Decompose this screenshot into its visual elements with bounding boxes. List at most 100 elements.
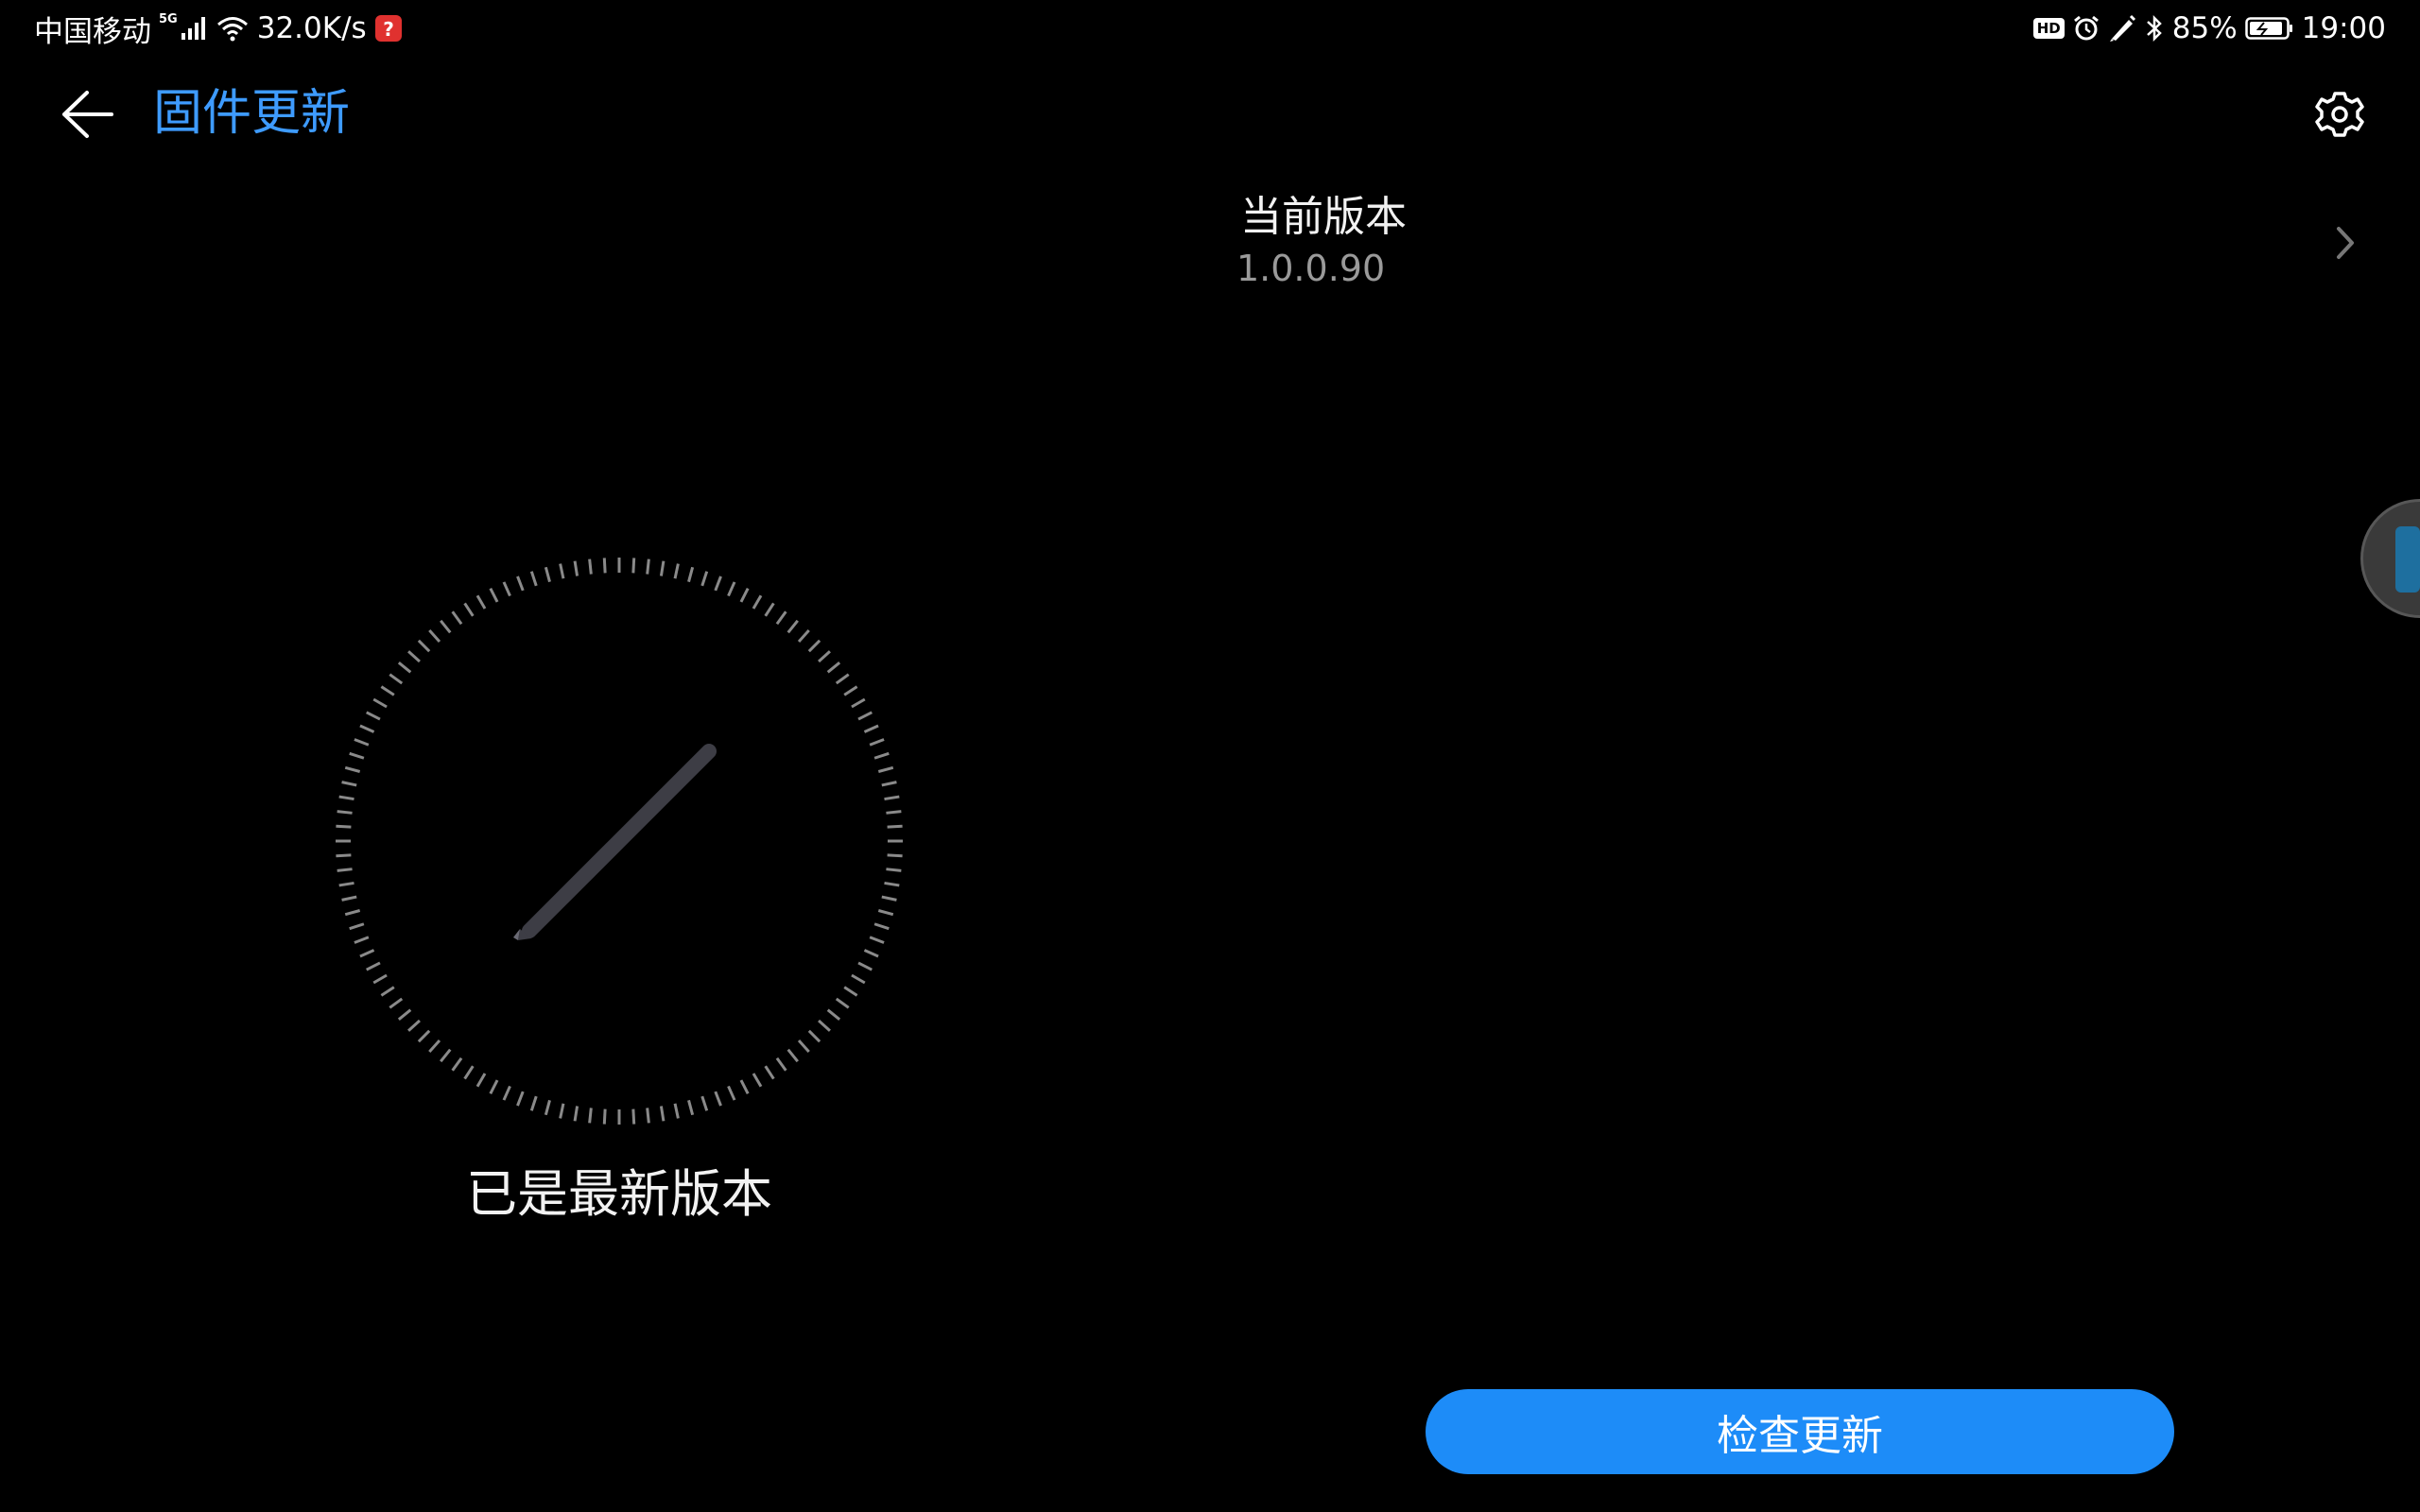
dial-tick xyxy=(349,922,365,931)
dial-tick xyxy=(341,781,357,787)
dial-tick xyxy=(529,1095,538,1111)
dial-tick xyxy=(764,602,775,617)
dial-tick xyxy=(372,697,388,709)
gear-icon xyxy=(2315,92,2364,137)
stylus-pen-icon xyxy=(513,744,717,940)
dial-tick xyxy=(489,1079,499,1094)
dial-tick xyxy=(337,810,353,815)
dial-tick xyxy=(338,881,354,887)
dial-tick xyxy=(529,571,538,587)
dial-tick xyxy=(886,868,902,872)
dial-tick xyxy=(739,588,750,603)
dial-tick xyxy=(646,558,650,575)
dial-tick xyxy=(835,997,850,1009)
floating-side-handle[interactable] xyxy=(2360,499,2420,618)
dial-tick xyxy=(337,868,353,872)
dial-tick xyxy=(786,1048,799,1063)
dial-tick xyxy=(727,581,736,597)
stylus-connected-icon xyxy=(2108,14,2136,43)
dial-tick xyxy=(463,602,475,617)
dial-tick xyxy=(818,1019,831,1032)
dial-tick xyxy=(884,881,900,887)
dial-tick xyxy=(354,936,370,944)
dial-tick xyxy=(886,810,902,815)
dial-tick xyxy=(752,1073,763,1088)
dial-tick xyxy=(372,973,388,985)
dial-tick xyxy=(516,1091,525,1107)
dial-tick xyxy=(869,936,885,944)
carrier-name: 中国移动 xyxy=(34,14,151,49)
dial-tick xyxy=(775,610,787,626)
dial-tick xyxy=(797,1040,810,1053)
dial-tick xyxy=(344,765,361,773)
dial-tick xyxy=(851,973,866,985)
dial-tick xyxy=(764,1065,775,1080)
firmware-update-screen: 中国移动 5G 32.0K/s ? HD 85% 19:00 固件更新 当前版本… xyxy=(0,0,2420,1512)
current-version-row[interactable]: 当前版本 1.0.0.90 xyxy=(1229,185,2363,299)
dial-tick xyxy=(588,1108,593,1124)
dial-tick xyxy=(588,558,593,575)
dial-tick xyxy=(700,571,709,587)
side-handle-icon xyxy=(2395,526,2420,593)
dial-tick xyxy=(440,1048,452,1063)
dial-tick xyxy=(344,909,361,917)
dial-tick xyxy=(417,1029,431,1043)
notification-app-icon: ? xyxy=(374,14,403,43)
dial-tick xyxy=(687,566,695,583)
chevron-right-icon xyxy=(2337,227,2354,259)
dial-tick xyxy=(687,1099,695,1116)
dial-tick xyxy=(887,824,903,829)
dial-tick xyxy=(826,1008,841,1021)
dial-tick xyxy=(873,751,890,760)
back-arrow-icon xyxy=(62,91,113,138)
back-button[interactable] xyxy=(53,83,121,146)
check-update-button[interactable]: 检查更新 xyxy=(1426,1389,2174,1474)
signal-icon xyxy=(180,16,208,41)
dial-tick xyxy=(463,1065,475,1080)
dial-tick xyxy=(397,1008,412,1021)
dial-tick xyxy=(877,909,894,917)
dial-tick xyxy=(843,685,858,696)
dial-tick xyxy=(752,594,763,610)
page-title: 固件更新 xyxy=(153,85,351,142)
dial-tick xyxy=(727,1085,736,1101)
dial-tick xyxy=(881,781,897,787)
dial-tick xyxy=(502,1085,511,1101)
network-speed: 32.0K/s xyxy=(256,11,367,45)
dial-tick xyxy=(573,560,579,576)
dial-tick xyxy=(857,711,873,721)
bluetooth-icon xyxy=(2144,14,2165,43)
dial-tick xyxy=(646,1108,650,1124)
dial-tick xyxy=(714,576,722,592)
dial-tick xyxy=(389,997,404,1009)
dial-tick xyxy=(873,922,890,931)
clock: 19:00 xyxy=(2301,11,2386,45)
battery-percent: 85% xyxy=(2171,11,2238,45)
dial-tick xyxy=(659,560,666,576)
dial-tick xyxy=(475,594,487,610)
dial-tick xyxy=(843,986,858,997)
update-status-dial xyxy=(336,558,903,1125)
dial-tick xyxy=(407,650,421,663)
dial-tick xyxy=(380,685,395,696)
dial-tick xyxy=(863,724,879,733)
settings-button[interactable] xyxy=(2307,83,2373,146)
dial-tick xyxy=(336,853,352,858)
dial-tick xyxy=(881,895,897,902)
dial-tick xyxy=(440,619,452,634)
dial-tick xyxy=(428,629,441,643)
svg-text:?: ? xyxy=(383,18,394,41)
battery-icon xyxy=(2244,16,2294,41)
dial-tick xyxy=(807,1029,821,1043)
dial-tick xyxy=(489,588,499,603)
dial-tick xyxy=(354,738,370,747)
version-value: 1.0.0.90 xyxy=(1236,248,1386,289)
dial-tick xyxy=(818,650,831,663)
dial-tick xyxy=(359,724,375,733)
dial-tick xyxy=(544,1099,551,1116)
dial-tick xyxy=(835,673,850,685)
dial-tick xyxy=(359,949,375,958)
dial-tick xyxy=(700,1095,709,1111)
dial-tick xyxy=(397,662,412,674)
dial-tick xyxy=(366,961,381,971)
